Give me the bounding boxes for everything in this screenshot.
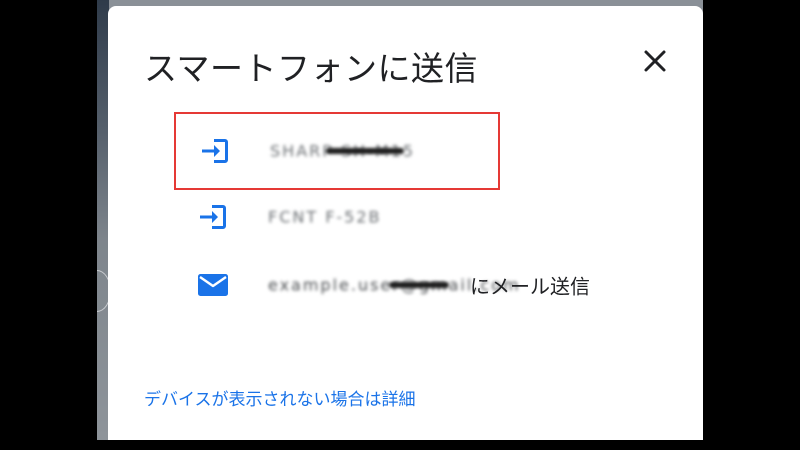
device-name: FCNT F-52B [268,207,382,227]
close-icon [644,50,666,72]
send-to-device-icon [200,205,226,229]
mail-icon [198,274,228,296]
dialog-title: スマートフォンに送信 [144,49,479,88]
device-item-2[interactable]: FCNT F-52B [174,178,500,256]
send-to-phone-dialog: スマートフォンに送信 SHARP SH-M15 FCNT F-52B [108,6,703,440]
help-link[interactable]: デバイスが表示されない場合は詳細 [144,385,416,410]
send-to-device-icon [202,139,228,163]
email-suffix: にメール送信 [470,274,590,299]
screen: スマートフォンに送信 SHARP SH-M15 FCNT F-52B [0,0,800,450]
redaction-mark [389,282,449,288]
redaction-mark [326,148,404,154]
close-button[interactable] [637,43,673,79]
email-option[interactable]: example.user@gmail.com にメール送信 [174,246,634,324]
